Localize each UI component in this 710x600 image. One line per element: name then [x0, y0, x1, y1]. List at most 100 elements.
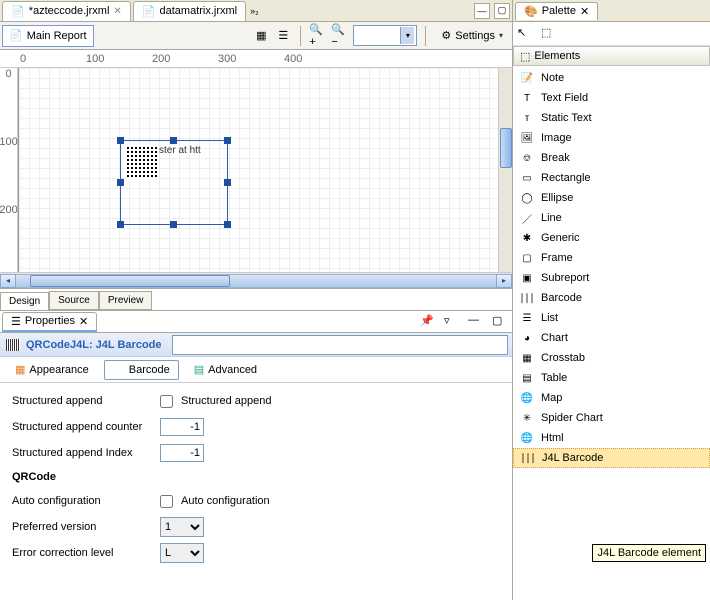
- editor-tab-label: datamatrix.jrxml: [160, 5, 238, 17]
- palette-item-ellipse[interactable]: ◯Ellipse: [513, 188, 710, 208]
- resize-handle[interactable]: [224, 221, 231, 228]
- tab-source[interactable]: Source: [49, 291, 99, 310]
- tab-palette[interactable]: 🎨 Palette ✕: [515, 2, 598, 20]
- palette-icon: 🎨: [524, 5, 538, 18]
- more-tabs-icon[interactable]: »₂: [250, 6, 259, 16]
- palette-item-html[interactable]: 🌐Html: [513, 428, 710, 448]
- palette-item-image[interactable]: 🖼Image: [513, 128, 710, 148]
- palette-item-label: J4L Barcode: [542, 452, 603, 464]
- resize-handle[interactable]: [117, 221, 124, 228]
- palette-item-frame[interactable]: ▢Frame: [513, 248, 710, 268]
- break-icon: ⎊: [519, 151, 535, 165]
- close-icon[interactable]: ✕: [113, 6, 121, 17]
- resize-handle[interactable]: [224, 137, 231, 144]
- element-overflow-text: ster at htt: [159, 145, 201, 156]
- appearance-icon: ▦: [15, 363, 25, 376]
- close-icon[interactable]: ✕: [580, 5, 589, 18]
- editor-tab-aztec[interactable]: 📄 *azteccode.jrxml ✕: [2, 1, 131, 21]
- palette-item-label: Chart: [541, 332, 568, 344]
- selected-barcode-element[interactable]: ster at htt: [120, 140, 228, 225]
- tab-properties[interactable]: ☰ Properties ✕: [2, 312, 97, 332]
- barcode-icon: ∣∣∣: [519, 291, 535, 305]
- design-canvas[interactable]: 0100200300400 0100200 ster at htt: [0, 50, 512, 288]
- palette-item-label: Table: [541, 372, 567, 384]
- palette-item-j4l-barcode[interactable]: ∣∣∣J4L Barcode: [513, 448, 710, 468]
- properties-view: ☰ Properties ✕ 📌 ▿ — ▢ QRCodeJ4L: J4L Ba…: [0, 310, 512, 600]
- crosstab-icon: ▦: [519, 351, 535, 365]
- structured-append-counter-input[interactable]: [160, 418, 204, 436]
- palette-item-label: Frame: [541, 252, 573, 264]
- palette-item-label: Break: [541, 152, 570, 164]
- palette-item-table[interactable]: ▤Table: [513, 368, 710, 388]
- marquee-tool-icon[interactable]: ⬚: [541, 26, 557, 42]
- error-correction-select[interactable]: L: [160, 543, 204, 563]
- subtab-advanced[interactable]: ▤ Advanced: [185, 359, 266, 380]
- ruler-horizontal: 0100200300400: [0, 50, 512, 68]
- generic-icon: ✱: [519, 231, 535, 245]
- palette-item-break[interactable]: ⎊ Break: [513, 148, 710, 168]
- horizontal-scrollbar[interactable]: ◂ ▸: [0, 272, 512, 288]
- qr-preview-icon: [125, 145, 159, 179]
- palette-item-generic[interactable]: ✱Generic: [513, 228, 710, 248]
- palette-item-static-text[interactable]: ᴛ Static Text: [513, 108, 710, 128]
- vertical-scrollbar[interactable]: [498, 68, 512, 272]
- html-icon: 🌐: [519, 431, 535, 445]
- pin-icon[interactable]: 📌: [420, 314, 436, 330]
- maximize-icon[interactable]: ▢: [492, 314, 508, 330]
- tab-design[interactable]: Design: [0, 292, 49, 311]
- subtab-barcode[interactable]: Barcode: [104, 360, 179, 380]
- palette-list: 📝NoteTText Field ᴛ Static Text 🖼Image ⎊ Break…: [513, 66, 710, 600]
- structured-append-checkbox[interactable]: [160, 395, 173, 408]
- properties-search-input[interactable]: [172, 335, 508, 355]
- auto-config-label: Auto configuration: [12, 495, 152, 507]
- report-icon: 📄: [142, 5, 156, 18]
- palette-item-note[interactable]: 📝Note: [513, 68, 710, 88]
- snap-guides-icon[interactable]: ☰: [274, 27, 292, 45]
- zoom-combo[interactable]: ▾: [353, 25, 417, 46]
- palette-item-label: Static Text: [541, 112, 592, 124]
- palette-item-barcode[interactable]: ∣∣∣Barcode: [513, 288, 710, 308]
- palette-item-text-field[interactable]: TText Field: [513, 88, 710, 108]
- palette-item-subreport[interactable]: ▣Subreport: [513, 268, 710, 288]
- palette-item-list[interactable]: ☰List: [513, 308, 710, 328]
- tab-preview[interactable]: Preview: [99, 291, 153, 310]
- resize-handle[interactable]: [117, 137, 124, 144]
- resize-handle[interactable]: [170, 137, 177, 144]
- main-report-combo[interactable]: 📄 Main Report: [2, 25, 94, 47]
- elements-drawer-header[interactable]: ⬚ Elements: [513, 46, 710, 66]
- resize-handle[interactable]: [117, 179, 124, 186]
- drawer-icon: ⬚: [520, 50, 530, 63]
- chevron-down-icon: ▾: [499, 31, 503, 40]
- ellipse-icon: ◯: [519, 191, 535, 205]
- scroll-left-icon[interactable]: ◂: [0, 274, 16, 288]
- resize-handle[interactable]: [170, 221, 177, 228]
- palette-item-chart[interactable]: ◕Chart: [513, 328, 710, 348]
- properties-title: QRCodeJ4L: J4L Barcode: [26, 339, 162, 351]
- palette-item-spider-chart[interactable]: ✳Spider Chart: [513, 408, 710, 428]
- auto-config-checkbox[interactable]: [160, 495, 173, 508]
- resize-handle[interactable]: [224, 179, 231, 186]
- selection-tool-icon[interactable]: ↖: [517, 26, 533, 42]
- zoom-in-icon[interactable]: 🔍+: [309, 27, 327, 45]
- scroll-right-icon[interactable]: ▸: [496, 274, 512, 288]
- palette-item-crosstab[interactable]: ▦Crosstab: [513, 348, 710, 368]
- structured-append-index-input[interactable]: [160, 444, 204, 462]
- snap-grid-icon[interactable]: ▦: [252, 27, 270, 45]
- subtab-appearance[interactable]: ▦ Appearance: [6, 359, 98, 380]
- editor-tab-datamatrix[interactable]: 📄 datamatrix.jrxml: [133, 1, 246, 21]
- maximize-button[interactable]: ▢: [494, 3, 510, 19]
- minimize-icon[interactable]: —: [468, 314, 484, 330]
- palette-item-rectangle[interactable]: ▭Rectangle: [513, 168, 710, 188]
- preferred-version-select[interactable]: 1: [160, 517, 204, 537]
- minimize-button[interactable]: —: [474, 3, 490, 19]
- palette-item-map[interactable]: 🌐Map: [513, 388, 710, 408]
- barcode-icon: [6, 339, 20, 351]
- settings-button[interactable]: ⚙ Settings ▾: [434, 25, 510, 47]
- chevron-down-icon: ▾: [400, 27, 414, 44]
- view-menu-icon[interactable]: ▿: [444, 314, 460, 330]
- report-toolbar: 📄 Main Report ▦ ☰ 🔍+ 🔍− ▾ ⚙ Settings ▾: [0, 22, 512, 50]
- statictext-icon: ᴛ: [519, 111, 535, 125]
- palette-item-line[interactable]: ／Line: [513, 208, 710, 228]
- zoom-out-icon[interactable]: 🔍−: [331, 27, 349, 45]
- close-icon[interactable]: ✕: [79, 315, 88, 328]
